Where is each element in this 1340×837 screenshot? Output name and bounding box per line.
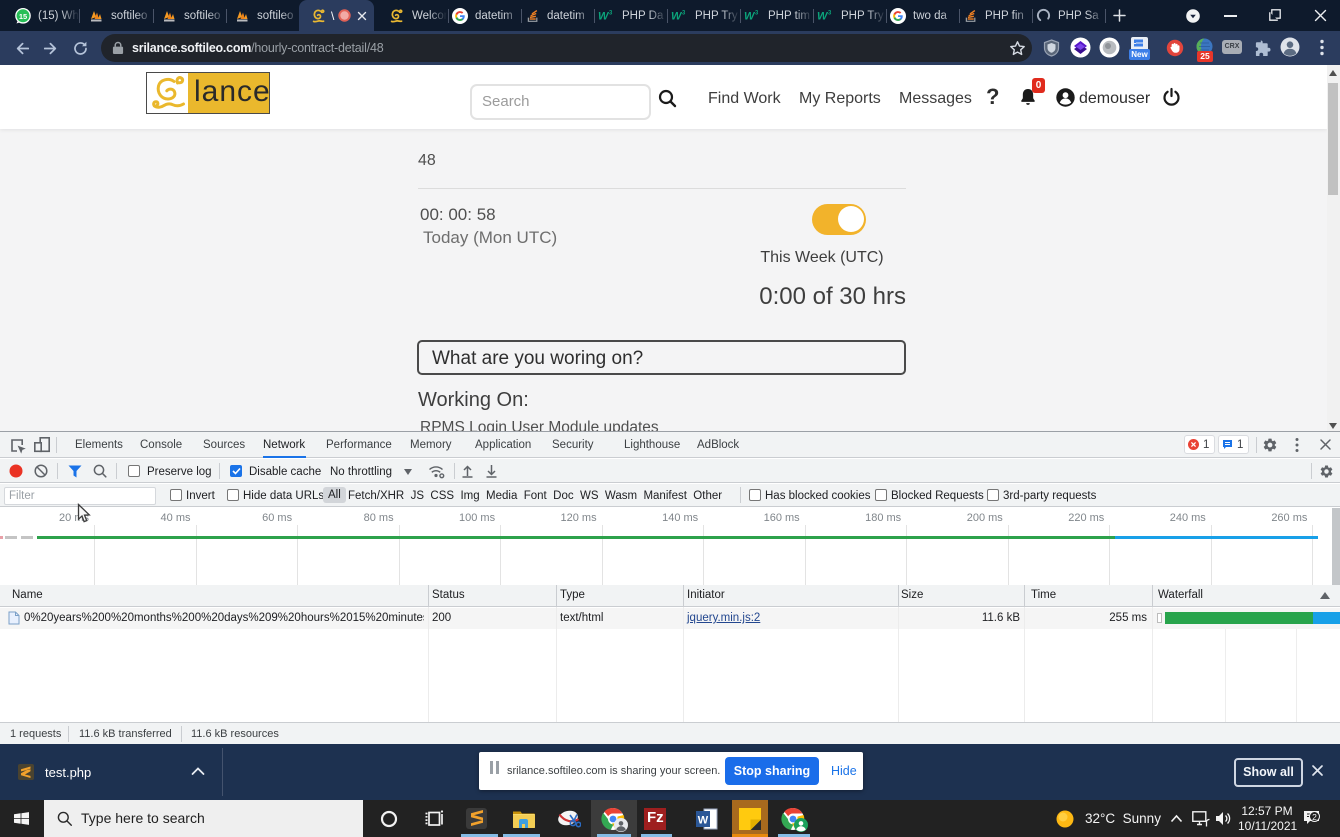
- svg-text:W: W: [698, 815, 709, 827]
- svg-text:3: 3: [609, 11, 613, 17]
- svg-text:3: 3: [682, 11, 686, 17]
- svg-text:3: 3: [828, 11, 832, 17]
- svg-text:15: 15: [19, 11, 27, 20]
- svg-text:3: 3: [755, 11, 759, 17]
